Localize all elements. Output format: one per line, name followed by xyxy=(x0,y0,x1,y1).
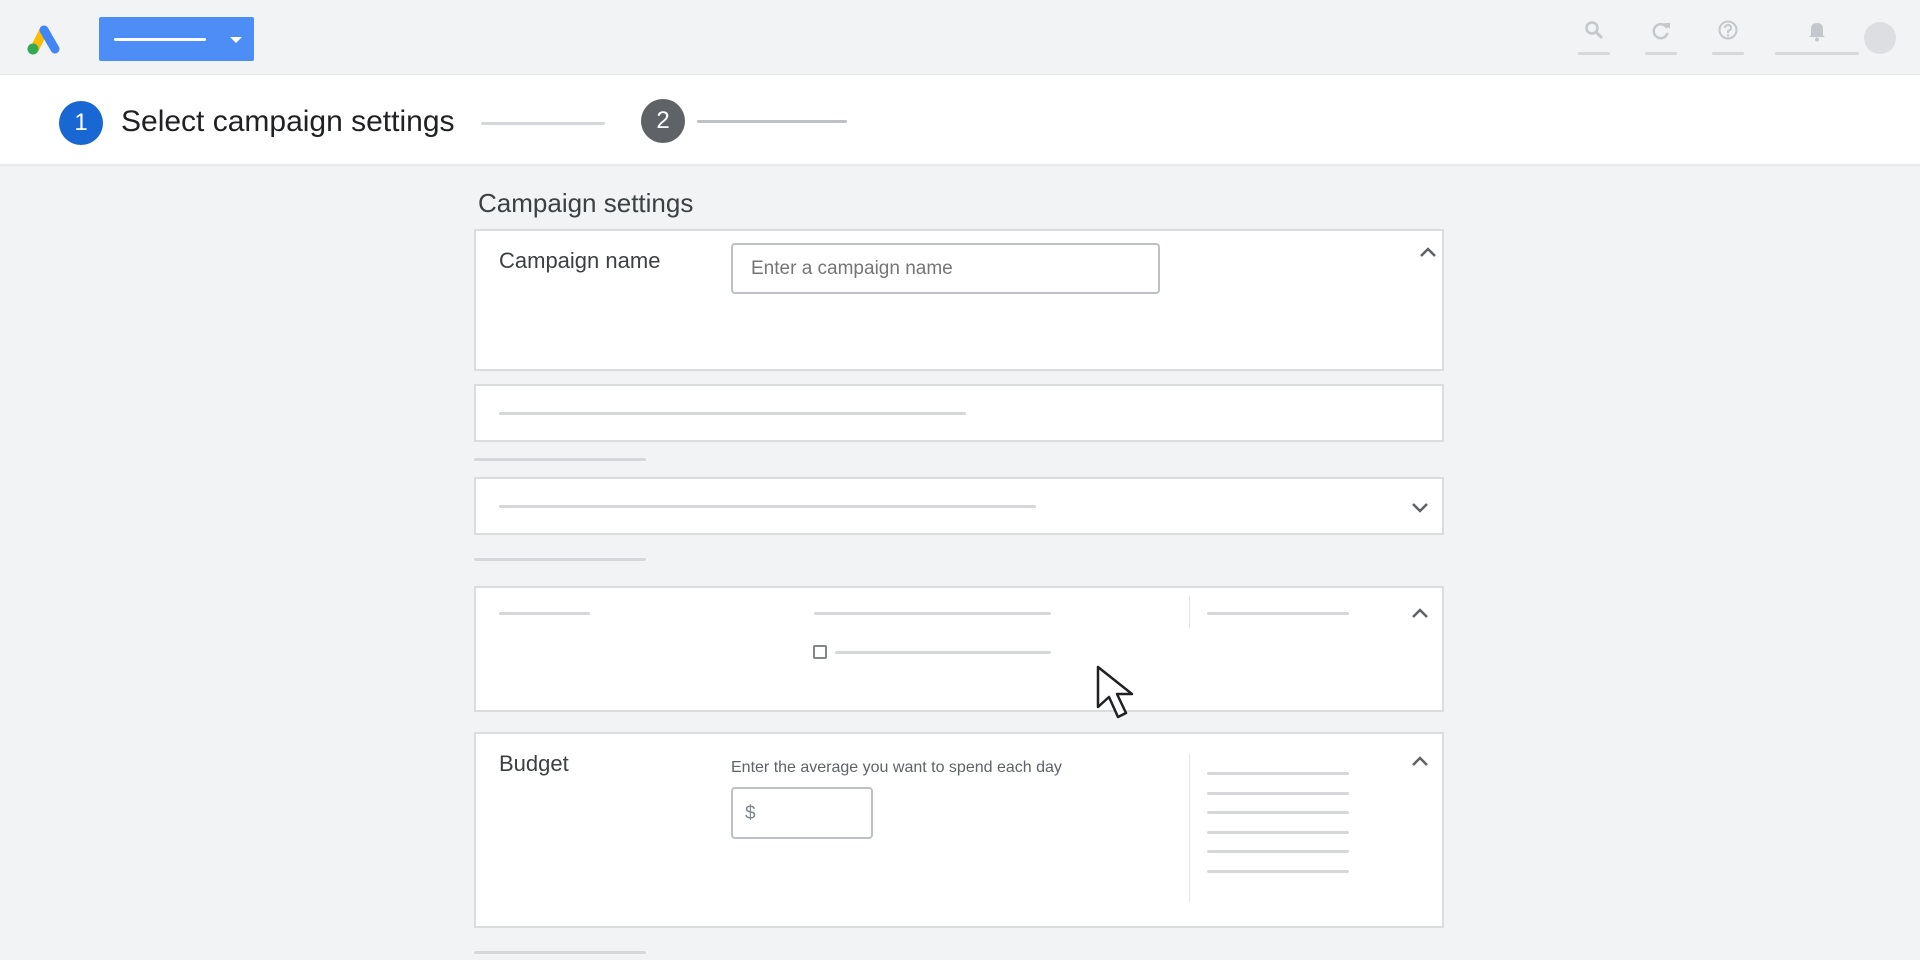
option-checkbox[interactable] xyxy=(813,645,827,659)
setting-option-placeholder xyxy=(814,612,1051,615)
refresh-label-placeholder xyxy=(1645,52,1677,55)
step-2-title-placeholder xyxy=(697,120,847,123)
mouse-cursor-icon xyxy=(1096,665,1134,719)
settings-card-expandable[interactable] xyxy=(474,477,1444,535)
search-tool[interactable] xyxy=(1578,18,1610,55)
step-1-title[interactable]: Select campaign settings xyxy=(121,105,455,139)
budget-help-line xyxy=(1207,811,1349,814)
divider xyxy=(1189,596,1190,628)
budget-hint: Enter the average you want to spend each… xyxy=(731,759,1062,776)
notifications-tool[interactable] xyxy=(1775,18,1859,55)
refresh-icon xyxy=(1652,22,1670,40)
search-icon xyxy=(1585,21,1603,39)
divider xyxy=(1189,754,1190,902)
budget-label: Budget xyxy=(499,751,569,776)
settings-card-options xyxy=(474,586,1444,712)
budget-help-line xyxy=(1207,792,1349,795)
budget-card: Budget Enter the average you want to spe… xyxy=(474,732,1444,928)
campaign-name-label: Campaign name xyxy=(499,248,661,273)
campaign-stepper: 1 Select campaign settings 2 xyxy=(0,75,1920,166)
search-label-placeholder xyxy=(1578,52,1610,55)
setting-placeholder-line xyxy=(499,505,1036,508)
dropdown-caret-icon xyxy=(230,37,242,43)
section-subheading-placeholder xyxy=(474,951,646,954)
currency-symbol: $ xyxy=(745,803,756,824)
budget-help-line xyxy=(1207,772,1349,775)
campaign-name-card: Campaign name xyxy=(474,229,1444,371)
budget-input[interactable]: $ xyxy=(731,787,873,839)
setting-placeholder-line xyxy=(499,412,966,415)
setting-label-placeholder xyxy=(499,612,590,615)
chevron-up-icon[interactable] xyxy=(1418,245,1438,259)
checkbox-label-placeholder xyxy=(835,651,1051,654)
help-icon xyxy=(1718,20,1738,40)
section-title: Campaign settings xyxy=(478,188,694,218)
account-dropdown-button[interactable] xyxy=(99,17,254,61)
settings-card-collapsed[interactable] xyxy=(474,384,1444,442)
help-text-placeholder xyxy=(1207,612,1349,615)
bell-icon xyxy=(1809,23,1825,42)
budget-help-line xyxy=(1207,870,1349,873)
top-app-bar xyxy=(0,0,1920,75)
help-label-placeholder xyxy=(1712,52,1744,55)
budget-help-line xyxy=(1207,831,1349,834)
google-ads-logo-icon[interactable] xyxy=(22,18,66,58)
campaign-name-input[interactable] xyxy=(731,243,1160,294)
refresh-tool[interactable] xyxy=(1645,18,1677,55)
section-subheading-placeholder xyxy=(474,458,646,461)
help-tool[interactable] xyxy=(1712,18,1744,55)
step-1-indicator[interactable]: 1 xyxy=(59,101,103,145)
chevron-up-icon[interactable] xyxy=(1410,606,1430,620)
step-2-indicator[interactable]: 2 xyxy=(641,99,685,143)
section-subheading-placeholder xyxy=(474,558,646,561)
step-connector xyxy=(481,122,605,125)
chevron-down-icon[interactable] xyxy=(1410,500,1430,514)
budget-help-line xyxy=(1207,850,1349,853)
avatar[interactable] xyxy=(1864,22,1896,54)
account-name-placeholder xyxy=(114,38,206,41)
notifications-label-placeholder xyxy=(1775,52,1859,55)
chevron-up-icon[interactable] xyxy=(1410,754,1430,768)
